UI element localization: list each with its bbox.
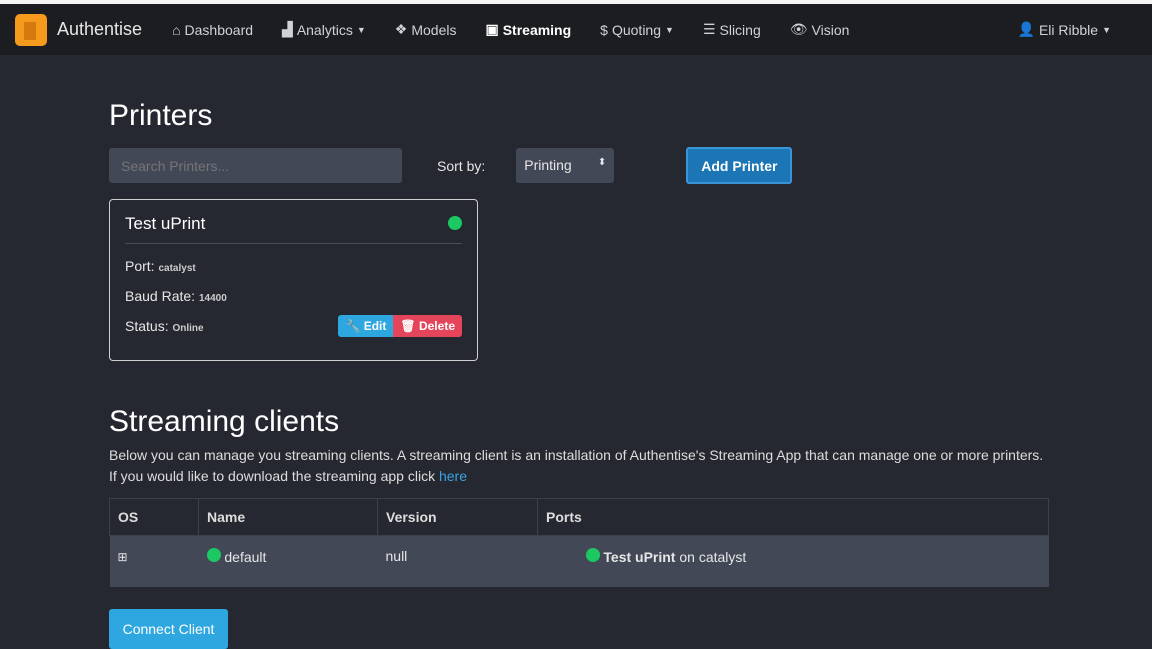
- baud-value: 14400: [198, 293, 227, 304]
- download-link[interactable]: here: [439, 468, 467, 484]
- clients-table: OS Name Version Ports ⊞ default null Tes…: [109, 498, 1049, 587]
- nav-vision[interactable]: 👁 Vision: [790, 21, 850, 38]
- sort-select[interactable]: Printing ⬍: [516, 148, 615, 183]
- status-dot: [448, 216, 462, 230]
- dollar-icon: $: [600, 21, 608, 38]
- port-value: catalyst: [158, 263, 196, 274]
- home-icon: ⌂: [172, 21, 181, 38]
- printer-card: Test uPrint Port: catalyst Baud Rate: 14…: [109, 199, 478, 361]
- nav-streaming[interactable]: ▣ Streaming: [485, 21, 571, 38]
- wrench-icon: 🔧: [345, 319, 364, 333]
- cubes-icon: ❖: [394, 21, 408, 37]
- brand[interactable]: Authentise: [57, 19, 142, 40]
- caret-down-icon: ▼: [665, 24, 674, 35]
- delete-button[interactable]: 🗑 Delete: [393, 315, 462, 337]
- nav-slicing[interactable]: ☰ Slicing: [703, 21, 761, 38]
- navbar: Authentise ⌂ Dashboard ▟ Analytics ▼ ❖ Model…: [0, 4, 1152, 55]
- printer-name: Test uPrint: [125, 214, 462, 244]
- section-title: Streaming clients: [109, 405, 340, 438]
- search-printers-input[interactable]: [109, 148, 402, 183]
- nav-analytics[interactable]: ▟ Analytics ▼: [282, 21, 366, 38]
- nav-models[interactable]: ❖ Models: [395, 21, 457, 38]
- user-menu[interactable]: 👤 Eli Ribble ▼: [1018, 21, 1112, 38]
- description: Below you can manage you streaming clien…: [109, 447, 1044, 484]
- caret-down-icon: ▼: [1102, 24, 1111, 35]
- nav-quoting[interactable]: $ Quoting ▼: [600, 22, 674, 38]
- edit-button[interactable]: 🔧 Edit: [338, 315, 394, 337]
- col-name: Name: [198, 498, 378, 536]
- area-chart-icon: ▟: [282, 21, 293, 37]
- page-title: Printers: [109, 99, 213, 132]
- col-os: OS: [109, 498, 199, 536]
- caret-down-icon: ▼: [356, 24, 366, 35]
- user-icon: 👤: [1017, 21, 1035, 37]
- status-dot: [585, 548, 600, 562]
- windows-icon: ⊞: [117, 550, 128, 564]
- version-cell: null: [377, 535, 538, 587]
- status-value: Online: [172, 323, 204, 334]
- add-printer-button[interactable]: Add Printer: [686, 147, 793, 184]
- updown-icon: ⬍: [597, 157, 607, 168]
- col-version: Version: [377, 498, 538, 536]
- trash-icon: 🗑: [400, 319, 419, 333]
- nav-dashboard[interactable]: ⌂ Dashboard: [172, 22, 253, 38]
- calendar-icon: ▣: [485, 21, 499, 37]
- status-dot: [206, 548, 221, 562]
- table-row: ⊞ default null Test uPrint on catalyst: [109, 535, 1049, 587]
- sort-label: Sort by:: [437, 157, 486, 174]
- authentise-logo[interactable]: [15, 13, 47, 46]
- connect-client-button[interactable]: Connect Client: [109, 608, 228, 649]
- list-icon: ☰: [702, 21, 716, 37]
- col-ports: Ports: [537, 498, 1049, 536]
- eye-icon: 👁: [789, 21, 808, 37]
